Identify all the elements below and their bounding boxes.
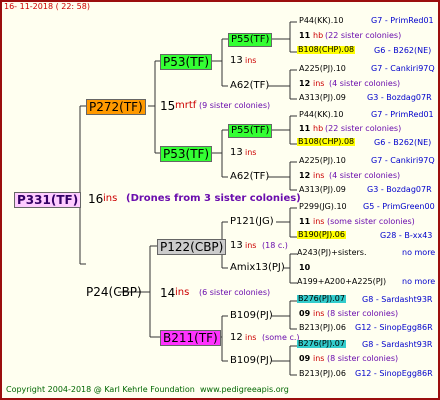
g4-bottom-note-4: G28 - B-xx43 bbox=[380, 231, 433, 240]
g2-ins-1: ins bbox=[245, 148, 257, 157]
g4-gen-2: 11 bbox=[299, 124, 311, 133]
g4-ins-4: ins bbox=[313, 217, 325, 226]
g4-top-note-2: G7 - PrimRed01 bbox=[371, 110, 434, 119]
g2-ins-2: ins bbox=[245, 241, 257, 250]
g4-top-5: A243(PJ)+sisters. bbox=[297, 248, 367, 257]
g4-bottom-2: B108(CHP).08 bbox=[297, 137, 356, 146]
g4-bottom-note-2: G6 - B262(NE) bbox=[374, 138, 432, 147]
g4-top-2: P44(KK).10 bbox=[299, 110, 344, 119]
g4-note-7: (8 sister colonies) bbox=[327, 354, 399, 363]
g2-node-3: B211(TF) bbox=[160, 330, 221, 346]
g1-gen-1: 14 bbox=[160, 286, 176, 300]
g4-ins-7: ins bbox=[313, 354, 325, 363]
root-ins: ins bbox=[103, 193, 118, 204]
g4-gen-6: 09 bbox=[299, 309, 311, 318]
g3-node-3: A62(TF) bbox=[230, 171, 270, 182]
g1-ins-1: ins bbox=[175, 287, 190, 298]
g2-node-0: P53(TF) bbox=[160, 54, 213, 70]
footer-url[interactable]: www.pedigreeapis.org bbox=[200, 386, 289, 394]
g1-ins-0: mrtf bbox=[175, 100, 197, 111]
g4-top-6: B276(PJ).07 bbox=[297, 294, 346, 303]
g4-top-note-0: G7 - PrimRed01 bbox=[371, 16, 434, 25]
g2-gen-1: 13 bbox=[230, 147, 243, 158]
g4-top-7: B276(PJ).07 bbox=[297, 339, 346, 348]
g4-bottom-7: B213(PJ).06 bbox=[299, 369, 346, 378]
g3-node-6: B109(PJ) bbox=[230, 310, 273, 321]
g2-node-2: P122(CBP) bbox=[157, 239, 227, 255]
g4-top-note-3: G7 - Cankiri97Q bbox=[371, 156, 435, 165]
g4-top-0: P44(KK).10 bbox=[299, 16, 344, 25]
g3-node-7: B109(PJ) bbox=[230, 355, 273, 366]
g2-ins-3: ins bbox=[245, 333, 257, 342]
g1-node-1: P24(CBP) bbox=[86, 285, 142, 299]
g1-gen-0: 15 bbox=[160, 99, 176, 113]
g4-top-1: A225(PJ).10 bbox=[299, 64, 346, 73]
g1-node-0: P272(TF) bbox=[86, 99, 146, 115]
g4-gen-5: 10 bbox=[299, 263, 311, 272]
g4-gen-0: 11 bbox=[299, 31, 311, 40]
g4-top-note-6: G8 - Sardasht93R bbox=[362, 295, 433, 304]
g2-note-3: (some c.) bbox=[262, 333, 300, 342]
g2-note-2: (18 c.) bbox=[262, 241, 288, 250]
g3-node-2: P55(TF) bbox=[228, 124, 273, 138]
g4-bottom-0: B108(CHP).08 bbox=[297, 45, 356, 54]
header-date: 16- 11-2018 ( 22: 58) bbox=[4, 2, 90, 11]
g4-bottom-6: B213(PJ).06 bbox=[299, 323, 346, 332]
g4-note-6: (8 sister colonies) bbox=[327, 309, 399, 318]
g2-gen-3: 12 bbox=[230, 332, 243, 343]
g4-ins-6: ins bbox=[313, 309, 325, 318]
g4-bottom-note-1: G3 - Bozdag07R bbox=[367, 93, 432, 102]
g3-node-1: A62(TF) bbox=[230, 80, 270, 91]
g1-note-1: (6 sister colonies) bbox=[199, 288, 271, 297]
g4-note-1: (4 sister colonies) bbox=[329, 79, 401, 88]
g1-note-0: (9 sister colonies) bbox=[199, 101, 271, 110]
g4-ins-1: ins bbox=[313, 79, 325, 88]
g4-gen-3: 12 bbox=[299, 171, 311, 180]
g4-ins-0: hb bbox=[313, 31, 324, 40]
g4-top-note-4: G5 - PrimGreen00 bbox=[363, 202, 435, 211]
g4-top-note-1: G7 - Cankiri97Q bbox=[371, 64, 435, 73]
g4-bottom-1: A313(PJ).09 bbox=[299, 93, 346, 102]
g4-gen-7: 09 bbox=[299, 354, 311, 363]
root-gen: 16 bbox=[88, 192, 104, 206]
g2-ins-0: ins bbox=[245, 56, 257, 65]
g2-node-1: P53(TF) bbox=[160, 146, 213, 162]
g4-top-4: P299(JG).10 bbox=[299, 202, 347, 211]
g3-node-4: P121(JG) bbox=[230, 216, 274, 227]
g4-top-note-5: no more bbox=[402, 248, 436, 257]
g4-bottom-4: B190(PJ).06 bbox=[297, 230, 346, 239]
g4-bottom-5: A199+A200+A225(PJ) bbox=[297, 277, 387, 286]
g3-node-5: Amix13(PJ) bbox=[230, 262, 285, 273]
g4-bottom-3: A313(PJ).09 bbox=[299, 185, 346, 194]
g3-node-0: P55(TF) bbox=[228, 33, 273, 47]
root-note: (Drones from 3 sister colonies) bbox=[126, 193, 301, 204]
g4-gen-4: 11 bbox=[299, 217, 311, 226]
g4-ins-2: hb bbox=[313, 124, 324, 133]
g4-bottom-note-6: G12 - SinopEgg86R bbox=[355, 323, 433, 332]
g4-top-note-7: G8 - Sardasht93R bbox=[362, 340, 433, 349]
root-node: P331(TF) bbox=[14, 192, 82, 208]
g4-note-0: (22 sister colonies) bbox=[325, 31, 402, 40]
g4-top-3: A225(PJ).10 bbox=[299, 156, 346, 165]
g4-ins-3: ins bbox=[313, 171, 325, 180]
g2-gen-2: 13 bbox=[230, 240, 243, 251]
footer-copyright: Copyright 2004-2018 @ Karl Kehrle Founda… bbox=[6, 385, 195, 394]
g4-note-3: (4 sister colonies) bbox=[329, 171, 401, 180]
g4-bottom-note-7: G12 - SinopEgg86R bbox=[355, 369, 433, 378]
g4-note-4: (some sister colonies) bbox=[327, 217, 415, 226]
g4-gen-1: 12 bbox=[299, 79, 311, 88]
g4-bottom-note-0: G6 - B262(NE) bbox=[374, 46, 432, 55]
g4-bottom-note-3: G3 - Bozdag07R bbox=[367, 185, 432, 194]
g4-bottom-note-5: no more bbox=[402, 277, 436, 286]
g4-note-2: (22 sister colonies) bbox=[325, 124, 402, 133]
g2-gen-0: 13 bbox=[230, 55, 243, 66]
